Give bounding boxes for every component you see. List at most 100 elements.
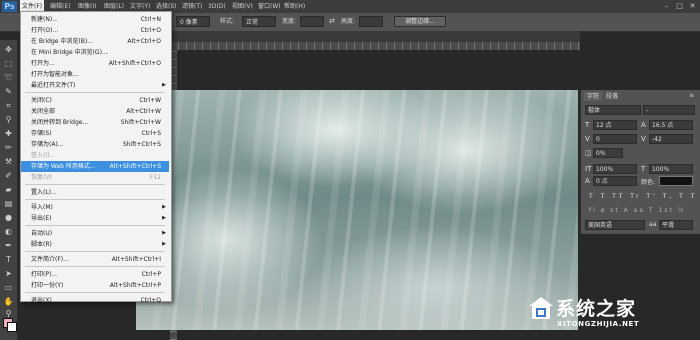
watermark-house-logo xyxy=(529,297,553,319)
eraser-tool-icon[interactable]: ▰ xyxy=(3,184,14,195)
menu-item-label: 打开为... xyxy=(31,60,55,67)
document-canvas[interactable] xyxy=(136,90,578,330)
menu-separator xyxy=(25,292,165,293)
file-menu-item[interactable]: 存储为 Web 所用格式... Alt+Shift+Ctrl+S xyxy=(21,161,169,172)
tsume-select[interactable]: 0% xyxy=(593,148,623,158)
menu-item-label: 自动(U) xyxy=(31,230,53,237)
panel-menu-icon[interactable]: ≡ xyxy=(689,92,694,99)
menu-view[interactable]: 视图(V) xyxy=(230,0,255,13)
file-menu-item[interactable]: 文件简介(F)... Alt+Shift+Ctrl+I xyxy=(21,254,169,265)
clone-stamp-tool-icon[interactable]: ⚒ xyxy=(3,156,14,167)
style-label: 样式: xyxy=(220,18,235,25)
file-menu-item[interactable]: 关闭(C) Ctrl+W xyxy=(21,95,169,106)
menu-item-label: 存储为 Web 所用格式... xyxy=(31,163,96,170)
dodge-tool-icon[interactable]: ◐ xyxy=(3,226,14,237)
menu-item-label: 新建(N)... xyxy=(31,16,58,23)
menu-separator xyxy=(25,184,165,185)
menu-help[interactable]: 帮助(H) xyxy=(282,0,307,13)
menu-item-shortcut: Ctrl+Q xyxy=(140,297,161,304)
menu-item-label: 签入(I)... xyxy=(31,152,56,159)
eyedropper-tool-icon[interactable]: ⚲ xyxy=(3,114,14,125)
marquee-tool-icon[interactable]: ⬚ xyxy=(3,58,14,69)
menu-item-label: 退出(X) xyxy=(31,297,52,304)
file-menu-item[interactable]: 导出(E) ▶ xyxy=(21,213,169,224)
submenu-arrow-icon: ▶ xyxy=(162,215,166,221)
font-style-select[interactable]: - xyxy=(643,105,695,115)
file-menu-item[interactable]: 最近打开文件(T) ▶ xyxy=(21,80,169,91)
menu-separator xyxy=(25,199,165,200)
type-tool-icon[interactable]: T xyxy=(3,254,14,265)
file-menu-item[interactable]: 存储为(A)... Shift+Ctrl+S xyxy=(21,139,169,150)
shape-tool-icon[interactable]: ▭ xyxy=(3,282,14,293)
faux-style-buttons[interactable]: T T TT Tr T' T, T T xyxy=(589,192,697,202)
maximize-icon[interactable]: □ xyxy=(675,2,684,11)
file-menu-item[interactable]: 关闭全部 Alt+Ctrl+W xyxy=(21,106,169,117)
menu-3d[interactable]: 3D(D) xyxy=(206,0,228,13)
menu-item-label: 存储为(A)... xyxy=(31,141,64,148)
file-menu-item[interactable]: 新建(N)... Ctrl+N xyxy=(21,14,169,25)
menu-window[interactable]: 窗口(W) xyxy=(256,0,283,13)
brush-tool-icon[interactable]: ✏ xyxy=(3,142,14,153)
file-menu-item[interactable]: 打印一份(Y) Alt+Shift+Ctrl+P xyxy=(21,280,169,291)
tab-character[interactable]: 字符 xyxy=(584,92,603,101)
close-icon[interactable]: ✕ xyxy=(688,2,697,11)
file-menu-item[interactable]: 打开(O)... Ctrl+O xyxy=(21,25,169,36)
baseline-shift-input[interactable]: 0 点 xyxy=(593,176,637,186)
menu-item-label: 文件简介(F)... xyxy=(31,256,69,263)
quick-select-tool-icon[interactable]: ✎ xyxy=(3,86,14,97)
history-brush-tool-icon[interactable]: ✐ xyxy=(3,170,14,181)
vertical-scale-input[interactable]: 100% xyxy=(593,164,637,174)
minimize-icon[interactable]: – xyxy=(662,2,671,11)
file-menu-item[interactable]: 关闭并转到 Bridge... Shift+Ctrl+W xyxy=(21,117,169,128)
background-color-swatch[interactable] xyxy=(7,322,17,332)
kerning-select[interactable]: 0 xyxy=(593,134,637,144)
move-tool-icon[interactable]: ✥ xyxy=(3,44,14,55)
file-menu-item[interactable]: 打开为... Alt+Shift+Ctrl+O xyxy=(21,58,169,69)
text-color-swatch[interactable] xyxy=(659,176,693,186)
file-menu-item[interactable]: 在 Mini Bridge 中浏览(G)... xyxy=(21,47,169,58)
path-select-tool-icon[interactable]: ➤ xyxy=(3,268,14,279)
menu-filter[interactable]: 滤镜(T) xyxy=(180,0,204,13)
submenu-arrow-icon: ▶ xyxy=(162,230,166,236)
refine-edge-button[interactable]: 调整边缘... xyxy=(394,16,446,27)
antialias-select[interactable]: 平滑 xyxy=(659,220,693,230)
width-input[interactable] xyxy=(300,16,324,27)
file-menu-item[interactable]: 在 Bridge 中浏览(B)... Alt+Ctrl+O xyxy=(21,36,169,47)
file-menu-item[interactable]: 自动(U) ▶ xyxy=(21,228,169,239)
tracking-select[interactable]: -42 xyxy=(649,134,693,144)
healing-brush-tool-icon[interactable]: ✚ xyxy=(3,128,14,139)
leading-select[interactable]: 16.5 点 xyxy=(649,120,693,130)
language-select[interactable]: 美国英语 xyxy=(585,220,645,230)
file-menu-item[interactable]: 存储(S) Ctrl+S xyxy=(21,128,169,139)
file-menu-item[interactable]: 导入(M) ▶ xyxy=(21,202,169,213)
swap-icon[interactable]: ⇄ xyxy=(329,17,335,25)
menu-item-shortcut: Alt+Shift+Ctrl+S xyxy=(109,163,161,170)
watermark-title: 系统之家 xyxy=(556,298,637,320)
gradient-tool-icon[interactable]: ▤ xyxy=(3,198,14,209)
watermark-url: XITONGZHIJIA.NET xyxy=(557,320,640,328)
file-menu-item[interactable]: 退出(X) Ctrl+Q xyxy=(21,295,169,306)
file-menu-item[interactable]: 置入(L)... xyxy=(21,187,169,198)
opentype-buttons[interactable]: fi ø st A aa T 1st ½ xyxy=(589,206,686,216)
hand-tool-icon[interactable]: ✋ xyxy=(3,296,14,307)
tab-paragraph[interactable]: 段落 xyxy=(603,92,621,101)
vertical-scale-icon: IT xyxy=(585,165,592,173)
lasso-tool-icon[interactable]: ➰ xyxy=(3,72,14,83)
font-size-select[interactable]: 12 点 xyxy=(593,120,637,130)
file-menu-item: 恢复(V) F12 xyxy=(21,172,169,183)
feather-input[interactable]: 0 像素 xyxy=(176,16,210,27)
file-menu-item: 签入(I)... xyxy=(21,150,169,161)
file-menu-item[interactable]: 打印(P)... Ctrl+P xyxy=(21,269,169,280)
menu-item-shortcut: Shift+Ctrl+W xyxy=(120,119,161,126)
submenu-arrow-icon: ▶ xyxy=(162,204,166,210)
file-menu-item[interactable]: 打开为智能对象... xyxy=(21,69,169,80)
color-label: 颜色: xyxy=(641,179,656,186)
file-menu-item[interactable]: 脚本(R) ▶ xyxy=(21,239,169,250)
style-select[interactable]: 正常 xyxy=(242,16,276,27)
crop-tool-icon[interactable]: ⌗ xyxy=(3,100,14,111)
pen-tool-icon[interactable]: ✒ xyxy=(3,240,14,251)
horizontal-scale-input[interactable]: 100% xyxy=(649,164,693,174)
height-input[interactable] xyxy=(359,16,383,27)
blur-tool-icon[interactable]: ● xyxy=(3,212,14,223)
font-family-select[interactable]: 楷体 xyxy=(585,105,641,115)
